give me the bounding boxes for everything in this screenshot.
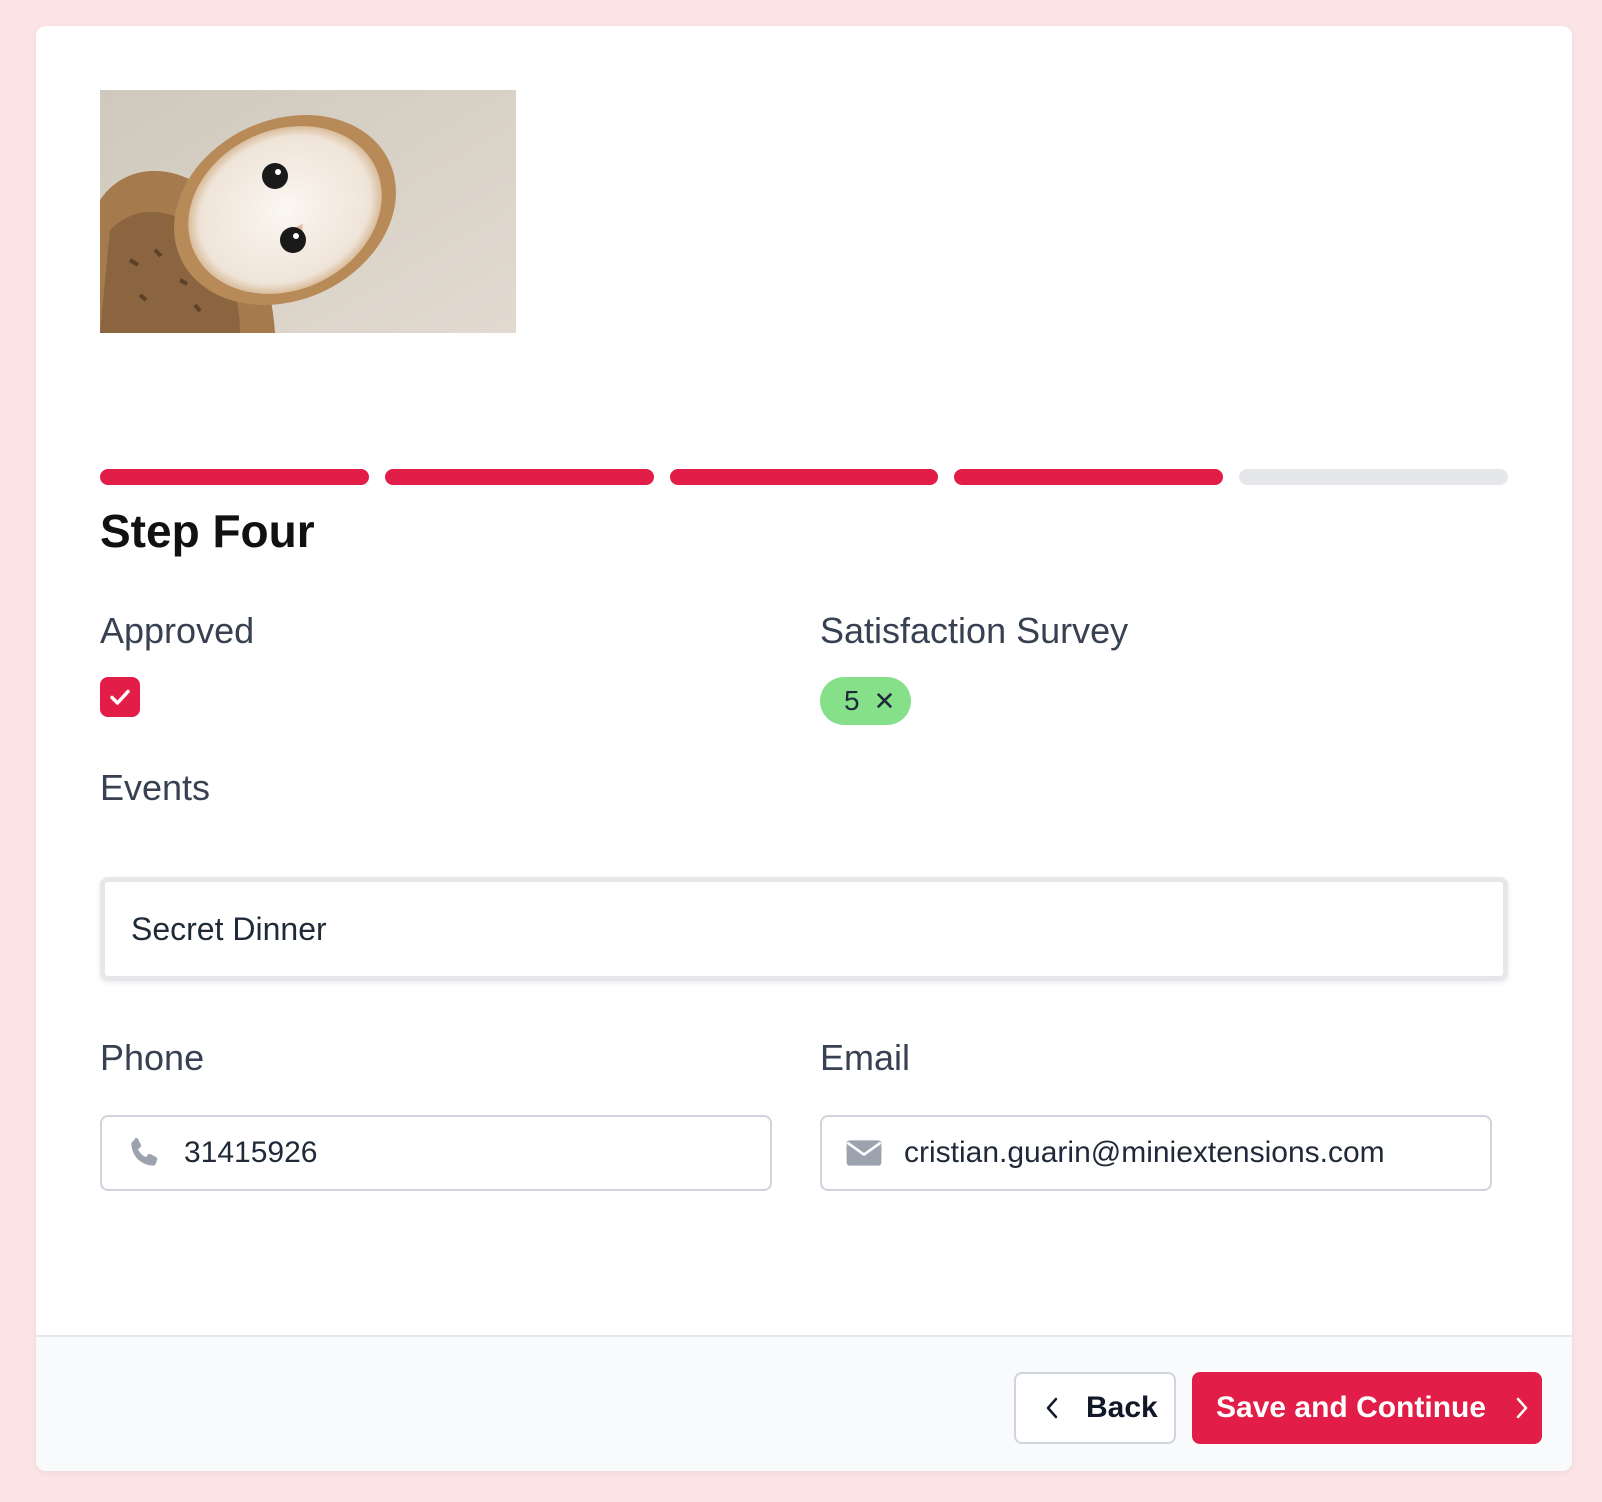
email-value: cristian.guarin@miniextensions.com — [904, 1136, 1385, 1169]
chevron-left-icon — [1042, 1395, 1064, 1421]
back-button-label: Back — [1086, 1391, 1158, 1424]
step-progress-bar — [100, 469, 1508, 485]
phone-icon — [124, 1133, 164, 1173]
back-button[interactable]: Back — [1014, 1372, 1176, 1444]
approved-checkbox[interactable] — [100, 677, 140, 717]
envelope-icon — [844, 1133, 884, 1173]
events-field[interactable]: Secret Dinner — [100, 877, 1508, 981]
chip-value: 5 — [844, 685, 860, 716]
checkmark-icon — [110, 689, 130, 705]
email-input[interactable]: cristian.guarin@miniextensions.com — [820, 1115, 1492, 1191]
save-and-continue-label: Save and Continue — [1216, 1391, 1487, 1424]
progress-segment — [669, 469, 939, 485]
phone-value: 31415926 — [184, 1136, 318, 1169]
progress-segment — [954, 469, 1224, 485]
progress-segment — [1239, 469, 1508, 485]
satisfaction-survey-label: Satisfaction Survey — [820, 610, 1129, 651]
close-icon[interactable]: ✕ — [874, 688, 896, 714]
phone-label: Phone — [100, 1037, 205, 1078]
email-label: Email — [820, 1037, 911, 1078]
owl-image — [100, 90, 516, 333]
phone-input[interactable]: 31415926 — [100, 1115, 772, 1191]
step-title: Step Four — [100, 505, 315, 557]
progress-segment — [384, 469, 654, 485]
form-footer: Back Save and Continue — [36, 1335, 1572, 1471]
form-card: Step Four Approved Satisfaction Survey 5… — [36, 26, 1572, 1471]
satisfaction-chip: 5 ✕ — [820, 677, 912, 725]
approved-label: Approved — [100, 610, 255, 651]
events-label: Events — [100, 767, 211, 808]
progress-segment — [100, 469, 369, 485]
events-value: Secret Dinner — [131, 910, 327, 947]
chevron-right-icon — [1510, 1395, 1532, 1421]
save-and-continue-button[interactable]: Save and Continue — [1192, 1372, 1542, 1444]
